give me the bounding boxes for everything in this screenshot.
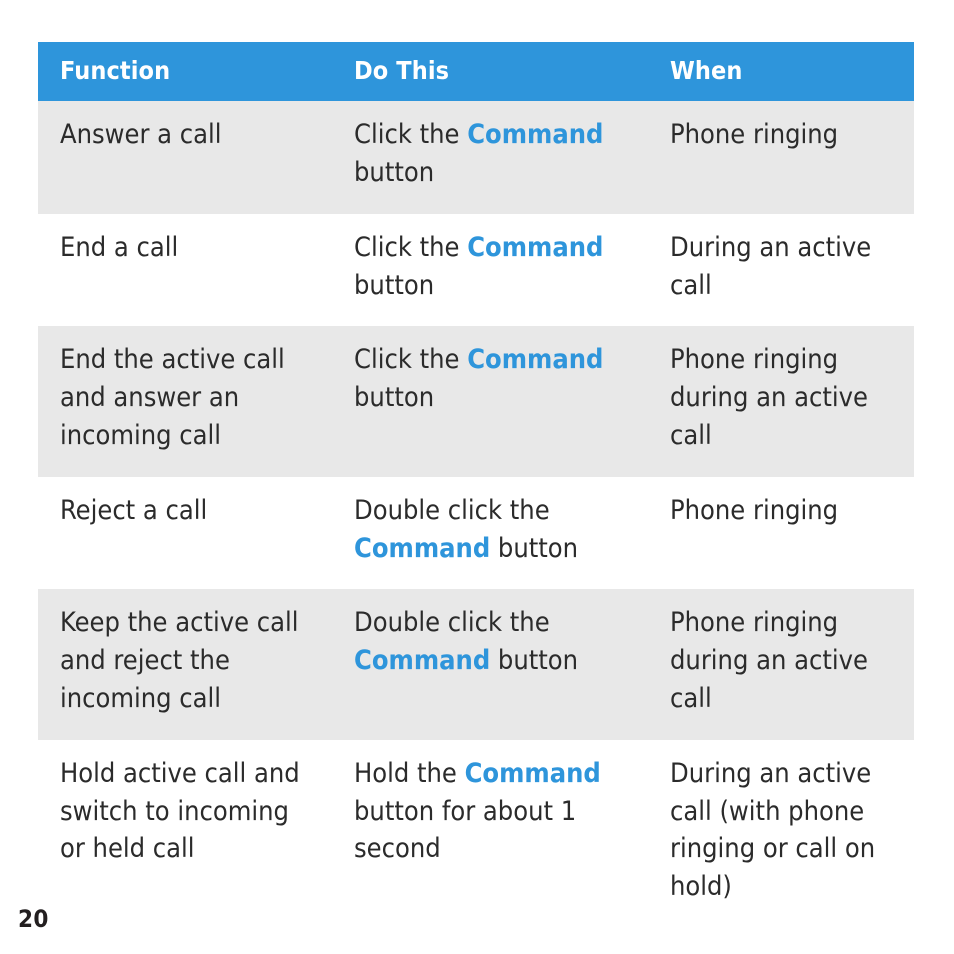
do-this-prefix: Double click the: [354, 494, 550, 526]
cell-function: Keep the active call and reject the inco…: [38, 589, 332, 740]
document-page: Function Do This When Answer a call Click…: [0, 0, 954, 954]
cell-do-this: Double click the Command button: [332, 476, 648, 590]
do-this-prefix: Hold the: [354, 757, 465, 789]
column-header-when: When: [648, 42, 914, 102]
cell-do-this: Double click the Command button: [332, 589, 648, 740]
command-button-label: Command: [467, 231, 604, 263]
cell-when: Phone ringing: [648, 101, 914, 214]
command-button-label: Command: [354, 645, 491, 677]
column-header-do-this: Do This: [332, 42, 648, 102]
call-controls-table: Function Do This When Answer a call Click…: [38, 42, 914, 928]
command-button-label: Command: [467, 119, 604, 151]
page-number: 20: [18, 905, 49, 933]
table-row: Hold active call and switch to incoming …: [38, 739, 914, 928]
cell-do-this: Click the Command button: [332, 213, 648, 327]
table-body: Answer a call Click the Command button Pho…: [38, 101, 914, 928]
cell-do-this: Click the Command button: [332, 101, 648, 214]
do-this-prefix: Click the: [354, 344, 468, 376]
cell-function: End a call: [38, 213, 332, 327]
cell-do-this: Click the Command button: [332, 326, 648, 477]
cell-when: During an active call (with phone ringin…: [648, 739, 914, 928]
column-header-function: Function: [38, 42, 332, 102]
cell-function: Hold active call and switch to incoming …: [38, 739, 332, 928]
table-header-row: Function Do This When: [38, 42, 914, 102]
cell-do-this: Hold the Command button for about 1 seco…: [332, 739, 648, 928]
table-row: End the active call and answer an incomi…: [38, 326, 914, 477]
do-this-prefix: Click the: [354, 119, 468, 151]
command-button-label: Command: [467, 344, 604, 376]
do-this-prefix: Double click the: [354, 607, 550, 639]
cell-when: Phone ringing during an active call: [648, 326, 914, 477]
cell-when: Phone ringing during an active call: [648, 589, 914, 740]
command-button-label: Command: [464, 757, 601, 789]
do-this-suffix: button: [490, 645, 579, 677]
command-button-label: Command: [354, 532, 491, 564]
cell-when: During an active call: [648, 213, 914, 327]
do-this-prefix: Click the: [354, 231, 468, 263]
cell-function: Answer a call: [38, 101, 332, 214]
table-header: Function Do This When: [38, 42, 914, 102]
do-this-suffix: button: [354, 269, 435, 301]
cell-when: Phone ringing: [648, 476, 914, 590]
table-row: End a call Click the Command button During…: [38, 213, 914, 327]
table-row: Keep the active call and reject the inco…: [38, 589, 914, 740]
do-this-suffix: button: [354, 382, 435, 414]
cell-function: Reject a call: [38, 476, 332, 590]
cell-function: End the active call and answer an incomi…: [38, 326, 332, 477]
do-this-suffix: button: [354, 157, 435, 189]
table-row: Reject a call Double click the Command bu…: [38, 476, 914, 590]
do-this-suffix: button for about 1 second: [354, 795, 577, 865]
table-row: Answer a call Click the Command button Pho…: [38, 101, 914, 214]
do-this-suffix: button: [490, 532, 579, 564]
